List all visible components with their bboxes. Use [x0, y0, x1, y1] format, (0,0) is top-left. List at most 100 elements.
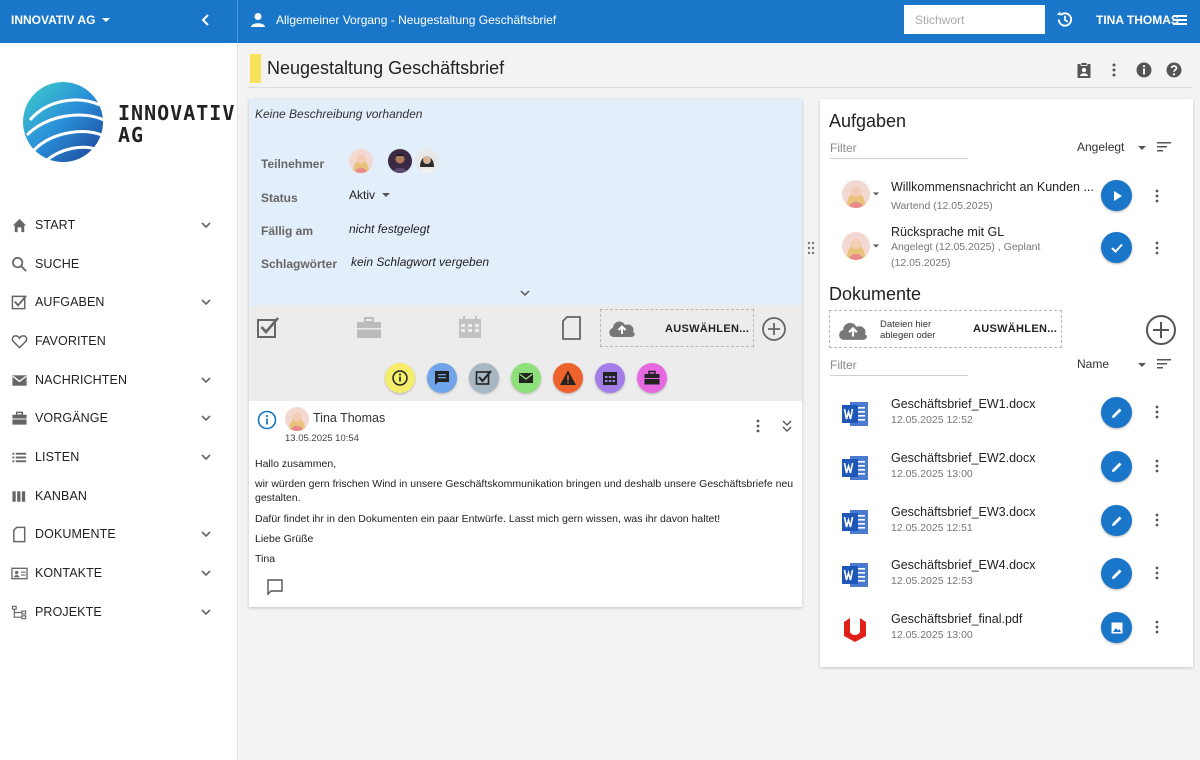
- nav-item-suche[interactable]: SUCHE: [0, 245, 238, 283]
- collapse-expand-icon[interactable]: [780, 418, 794, 434]
- task-checkbox-icon[interactable]: [256, 315, 282, 341]
- tasks-filter-input[interactable]: [830, 137, 968, 159]
- avatar[interactable]: [388, 149, 412, 173]
- complete-task-button[interactable]: [1101, 232, 1132, 263]
- info-action-button[interactable]: [385, 363, 415, 393]
- nav-label: LISTEN: [35, 450, 80, 464]
- hamburger-menu-icon[interactable]: [1172, 12, 1188, 28]
- post-line: Liebe Grüße: [255, 533, 314, 545]
- document-item[interactable]: Geschäftsbrief_EW3.docx 12.05.2025 12:51: [820, 505, 1193, 559]
- home-icon: [12, 218, 27, 232]
- more-vertical-icon[interactable]: [1150, 512, 1164, 528]
- briefcase-icon[interactable]: [356, 315, 382, 341]
- more-vertical-icon[interactable]: [1150, 619, 1164, 635]
- more-vertical-icon[interactable]: [1150, 565, 1164, 581]
- document-select-button[interactable]: AUSWÄHLEN...: [973, 323, 1057, 335]
- documents-sort-select[interactable]: Name: [1077, 357, 1109, 371]
- caret-down-icon[interactable]: [1137, 360, 1147, 370]
- avatar[interactable]: [842, 232, 870, 260]
- post-line: Dafür findet ihr in den Dokumenten ein p…: [255, 513, 721, 525]
- history-icon[interactable]: [1055, 10, 1074, 29]
- nav-item-start[interactable]: START: [0, 206, 238, 244]
- comment-icon[interactable]: [266, 578, 284, 596]
- warning-action-button[interactable]: [553, 363, 583, 393]
- task-action-button[interactable]: [469, 363, 499, 393]
- search-input[interactable]: [904, 5, 1045, 34]
- nav-item-dokumente[interactable]: DOKUMENTE: [0, 515, 238, 553]
- case-action-button[interactable]: [637, 363, 667, 393]
- nav-label: KONTAKTE: [35, 566, 103, 580]
- help-icon[interactable]: [1165, 61, 1183, 79]
- more-vertical-icon[interactable]: [1150, 240, 1164, 256]
- chevron-down-icon[interactable]: [199, 218, 213, 232]
- edit-document-button[interactable]: [1101, 505, 1132, 536]
- company-switcher[interactable]: INNOVATIV AG: [11, 13, 111, 27]
- avatar[interactable]: [842, 180, 870, 208]
- info-icon[interactable]: [1135, 61, 1153, 79]
- status-dropdown[interactable]: Aktiv: [349, 188, 391, 202]
- upload-dropzone[interactable]: AUSWÄHLEN...: [600, 309, 754, 347]
- sort-icon[interactable]: [1156, 356, 1172, 372]
- caret-down-icon[interactable]: [1137, 143, 1147, 153]
- nav-item-nachrichten[interactable]: NACHRICHTEN: [0, 361, 238, 399]
- comment-action-button[interactable]: [427, 363, 457, 393]
- chevron-down-icon[interactable]: [518, 286, 532, 300]
- appointment-action-button[interactable]: [595, 363, 625, 393]
- edit-document-button[interactable]: [1101, 558, 1132, 589]
- document-item[interactable]: Geschäftsbrief_final.pdf 12.05.2025 13:0…: [820, 612, 1193, 666]
- more-vertical-icon[interactable]: [1150, 404, 1164, 420]
- upload-select-button[interactable]: AUSWÄHLEN...: [665, 323, 749, 335]
- more-vertical-icon[interactable]: [751, 418, 765, 434]
- nav-item-favoriten[interactable]: FAVORITEN: [0, 322, 238, 360]
- document-icon[interactable]: [559, 315, 585, 341]
- chevron-down-icon[interactable]: [199, 450, 213, 464]
- chevron-down-icon[interactable]: [199, 295, 213, 309]
- calendar-icon[interactable]: [457, 315, 483, 341]
- chevron-down-icon[interactable]: [199, 566, 213, 580]
- more-vertical-icon[interactable]: [1105, 61, 1123, 79]
- check-icon: [1110, 243, 1123, 253]
- task-item[interactable]: Willkommensnachricht an Kunden ... Warte…: [820, 180, 1193, 226]
- preview-document-button[interactable]: [1101, 612, 1132, 643]
- chevron-down-icon[interactable]: [199, 605, 213, 619]
- task-item[interactable]: Rücksprache mit GL Angelegt (12.05.2025)…: [820, 225, 1193, 271]
- chevron-down-icon[interactable]: [199, 373, 213, 387]
- nav-item-kontakte[interactable]: KONTAKTE: [0, 554, 238, 592]
- contact-card-icon: [11, 567, 28, 579]
- post-author[interactable]: Tina Thomas: [313, 411, 385, 425]
- nav-item-projekte[interactable]: PROJEKTE: [0, 593, 238, 631]
- due-date-value[interactable]: nicht festgelegt: [349, 222, 430, 236]
- document-item[interactable]: Geschäftsbrief_EW1.docx 12.05.2025 12:52: [820, 397, 1193, 451]
- tasks-sort-select[interactable]: Angelegt: [1077, 140, 1124, 154]
- edit-document-button[interactable]: [1101, 451, 1132, 482]
- drag-handle-icon[interactable]: [806, 240, 816, 256]
- nav-item-listen[interactable]: LISTEN: [0, 438, 238, 476]
- nav-item-kanban[interactable]: KANBAN: [0, 477, 238, 515]
- nav-item-aufgaben[interactable]: AUFGABEN: [0, 283, 238, 321]
- avatar[interactable]: [415, 149, 439, 173]
- email-action-button[interactable]: [511, 363, 541, 393]
- document-dropzone[interactable]: Dateien hier ablegen oder AUSWÄHLEN...: [829, 310, 1062, 348]
- user-name[interactable]: TINA THOMAS: [1096, 13, 1179, 27]
- chevron-down-icon[interactable]: [199, 527, 213, 541]
- add-document-icon[interactable]: [1145, 314, 1177, 346]
- edit-document-button[interactable]: [1101, 397, 1132, 428]
- caret-down-icon[interactable]: [872, 242, 880, 250]
- more-vertical-icon[interactable]: [1150, 458, 1164, 474]
- sort-icon[interactable]: [1156, 139, 1172, 155]
- tags-label: Schlagwörter: [261, 257, 338, 271]
- tags-value[interactable]: kein Schlagwort vergeben: [351, 255, 489, 269]
- clipboard-person-icon[interactable]: [1075, 61, 1093, 79]
- nav-item-vorgaenge[interactable]: VORGÄNGE: [0, 399, 238, 437]
- start-task-button[interactable]: [1101, 180, 1132, 211]
- avatar[interactable]: [349, 149, 373, 173]
- collapse-sidebar-icon[interactable]: [198, 12, 214, 28]
- chevron-down-icon[interactable]: [199, 411, 213, 425]
- document-item[interactable]: Geschäftsbrief_EW2.docx 12.05.2025 13:00: [820, 451, 1193, 505]
- add-circle-icon[interactable]: [761, 316, 787, 342]
- drop-hint: Dateien hier ablegen oder: [880, 319, 936, 341]
- documents-filter-input[interactable]: [830, 354, 968, 376]
- caret-down-icon[interactable]: [872, 190, 880, 198]
- document-item[interactable]: Geschäftsbrief_EW4.docx 12.05.2025 12:53: [820, 558, 1193, 612]
- more-vertical-icon[interactable]: [1150, 188, 1164, 204]
